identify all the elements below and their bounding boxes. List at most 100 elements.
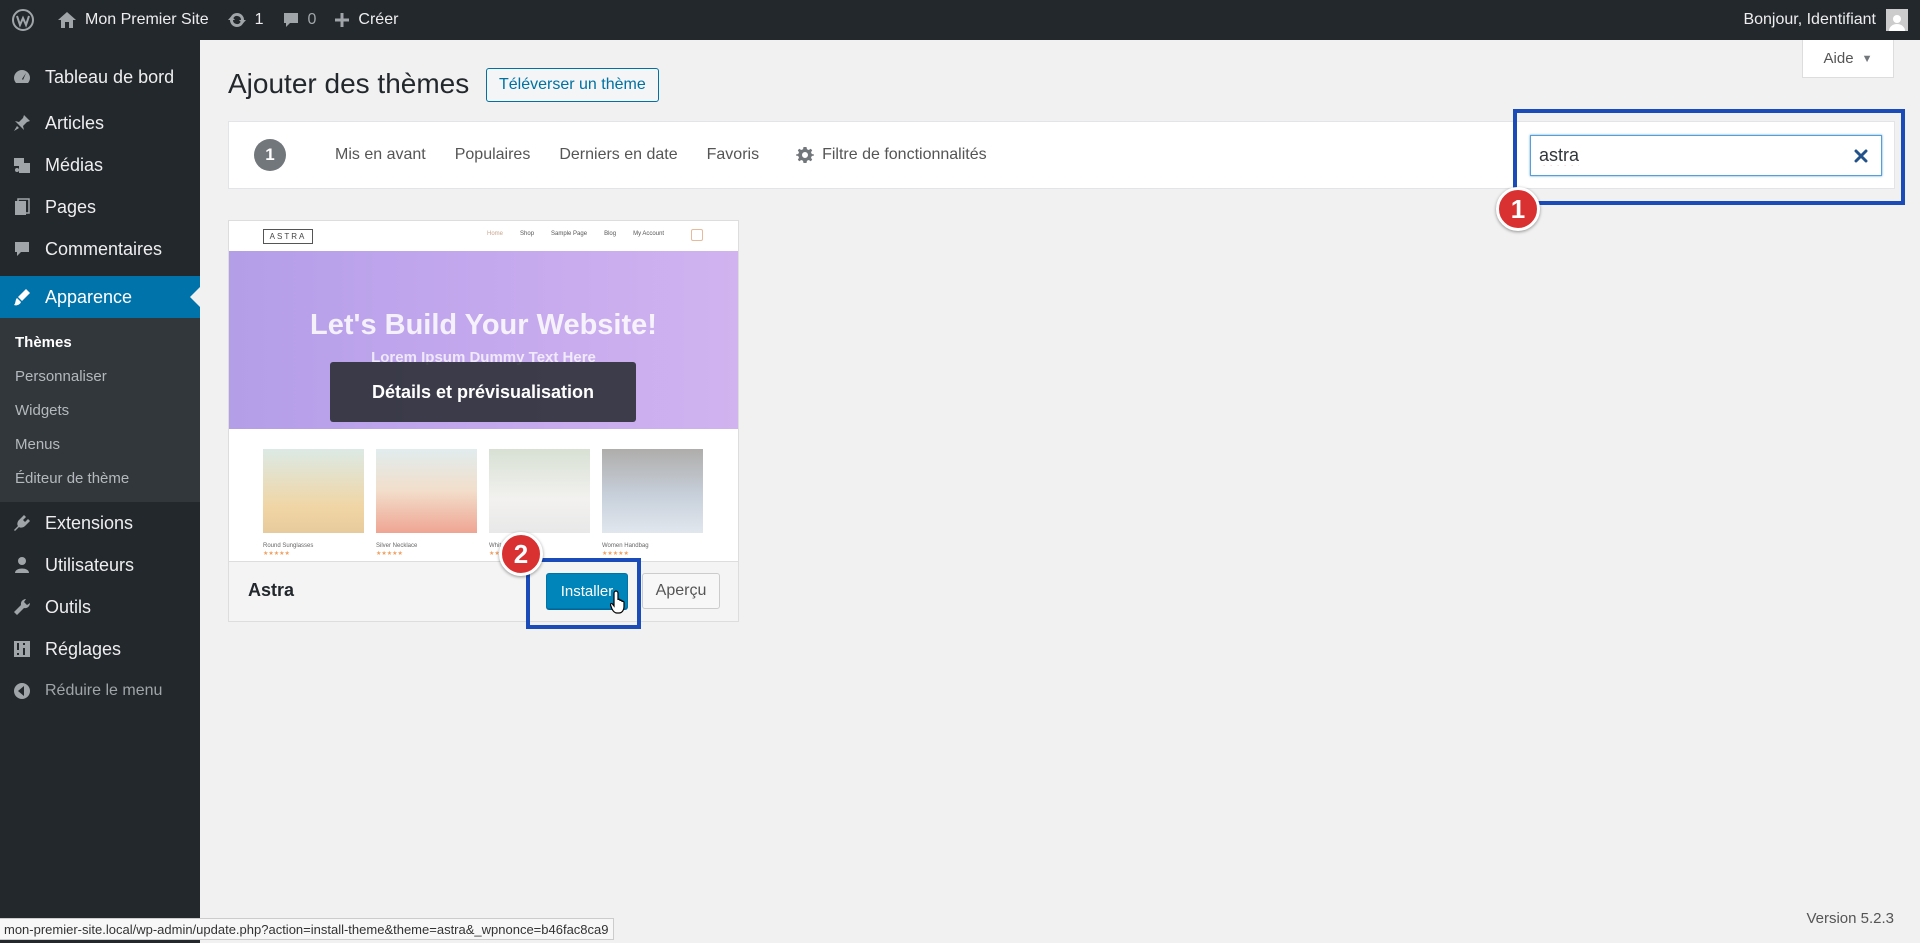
menu-label: Pages [45, 196, 97, 217]
collapse-menu-button[interactable]: Réduire le menu [0, 670, 200, 712]
greeting-text: Bonjour, Identifiant [1743, 11, 1876, 28]
feature-filter-label: Filtre de fonctionnalités [822, 146, 987, 163]
appearance-submenu: Thèmes Personnaliser Widgets Menus Édite… [0, 318, 200, 502]
menu-item-settings[interactable]: Réglages [0, 628, 200, 670]
brush-icon [10, 285, 34, 309]
rating-stars: ★★★★★ [376, 551, 403, 557]
details-preview-button[interactable]: Détails et prévisualisation [330, 362, 636, 422]
menu-item-media[interactable]: Médias [0, 144, 200, 186]
step-marker-2: 2 [499, 532, 543, 576]
help-tab-button[interactable]: Aide ▼ [1802, 40, 1894, 78]
product-name: Women Handbag [602, 543, 649, 549]
screenshot-nav-link: Home [487, 231, 504, 237]
menu-label: Commentaires [45, 238, 163, 259]
new-content-label: Créer [358, 11, 399, 28]
screenshot-nav-links: Home Shop Sample Page Blog My Account [487, 231, 681, 237]
dashboard-icon [10, 65, 34, 89]
page-title: Ajouter des thèmes [228, 68, 470, 99]
filter-popular[interactable]: Populaires [455, 146, 531, 164]
pin-icon [10, 111, 34, 135]
menu-item-dashboard[interactable]: Tableau de bord [0, 56, 200, 98]
wp-version: Version 5.2.3 [1806, 910, 1894, 927]
menu-label: Tableau de bord [45, 66, 175, 87]
menu-label: Utilisateurs [45, 554, 135, 575]
submenu-item-themes[interactable]: Thèmes [0, 326, 200, 360]
comment-icon [10, 237, 34, 261]
menu-item-articles[interactable]: Articles [0, 102, 200, 144]
submenu-item-theme-editor[interactable]: Éditeur de thème [0, 462, 200, 496]
wordpress-logo-icon[interactable] [0, 0, 48, 40]
menu-item-comments[interactable]: Commentaires [0, 228, 200, 270]
filter-latest[interactable]: Derniers en date [559, 146, 677, 164]
submenu-item-menus[interactable]: Menus [0, 428, 200, 462]
menu-label: Outils [45, 596, 92, 617]
comments-link[interactable]: 0 [273, 0, 326, 40]
product-image [376, 449, 477, 533]
menu-item-appearance[interactable]: Apparence [0, 276, 200, 318]
updates-icon [227, 13, 246, 27]
help-label: Aide [1823, 50, 1854, 67]
menu-label: Médias [45, 154, 104, 175]
menu-item-extensions[interactable]: Extensions [0, 502, 200, 544]
filter-favorites[interactable]: Favoris [707, 146, 759, 164]
preview-button[interactable]: Aperçu [642, 573, 720, 609]
product-name: Silver Necklace [376, 543, 418, 549]
user-icon [10, 553, 34, 577]
avatar [1886, 9, 1908, 31]
comments-count: 0 [307, 11, 317, 28]
wrench-icon [10, 595, 34, 619]
rating-stars: ★★★★★ [263, 551, 290, 557]
screenshot-product: Silver Necklace ★★★★★ [376, 449, 477, 557]
menu-item-users[interactable]: Utilisateurs [0, 544, 200, 586]
new-content-link[interactable]: Créer [325, 0, 407, 40]
settings-icon [10, 637, 34, 661]
upload-theme-button[interactable]: Téléverser un thème [486, 68, 659, 102]
caret-down-icon: ▼ [1861, 52, 1873, 65]
theme-count-badge: 1 [254, 139, 286, 171]
submenu-item-widgets[interactable]: Widgets [0, 394, 200, 428]
menu-item-tools[interactable]: Outils [0, 586, 200, 628]
status-bar-url: mon-premier-site.local/wp-admin/update.p… [0, 918, 614, 940]
menu-label: Apparence [45, 286, 133, 307]
updates-count: 1 [254, 11, 264, 28]
product-image [263, 449, 364, 533]
product-name: Round Sunglasses [263, 543, 314, 549]
menu-label: Articles [45, 112, 105, 133]
step-marker-1: 1 [1496, 187, 1540, 231]
theme-screenshot[interactable]: ASTRA Home Shop Sample Page Blog My Acco… [229, 221, 738, 561]
admin-bar: Mon Premier Site 1 0 Créer Bonjour, Iden… [0, 0, 1920, 40]
theme-card-astra[interactable]: ASTRA Home Shop Sample Page Blog My Acco… [228, 220, 739, 622]
screenshot-nav-link: Shop [520, 231, 535, 237]
collapse-label: Réduire le menu [45, 682, 163, 699]
theme-name: Astra [248, 580, 295, 600]
site-name-link[interactable]: Mon Premier Site [48, 0, 218, 40]
screenshot-product: Round Sunglasses ★★★★★ [263, 449, 364, 557]
my-account-menu[interactable]: Bonjour, Identifiant [1743, 9, 1920, 31]
submenu-item-customize[interactable]: Personnaliser [0, 360, 200, 394]
filter-featured[interactable]: Mis en avant [335, 146, 426, 164]
rating-stars: ★★★★★ [602, 551, 629, 557]
screenshot-product: Women Handbag ★★★★★ [602, 449, 703, 557]
screenshot-logo: ASTRA [263, 229, 313, 244]
gear-icon [796, 147, 815, 163]
comment-bubble-icon [283, 13, 298, 27]
cart-icon [691, 229, 703, 241]
plugin-icon [10, 511, 34, 535]
menu-label: Réglages [45, 638, 122, 659]
menu-label: Extensions [45, 512, 134, 533]
product-image [489, 449, 590, 533]
screenshot-nav-link: Blog [604, 231, 617, 237]
plus-icon [335, 13, 350, 27]
screenshot-products: Round Sunglasses ★★★★★ Silver Necklace ★… [263, 449, 715, 557]
product-image [602, 449, 703, 533]
admin-sidebar: Tableau de bord Articles Médias Pages Co… [0, 40, 200, 943]
feature-filter-button[interactable]: Filtre de fonctionnalités [796, 146, 987, 164]
screenshot-hero-title: Let's Build Your Website! [310, 309, 657, 341]
collapse-arrow-icon [10, 679, 34, 703]
screenshot-nav-link: My Account [633, 231, 665, 237]
menu-item-pages[interactable]: Pages [0, 186, 200, 228]
hand-cursor-icon [610, 590, 625, 614]
updates-link[interactable]: 1 [218, 0, 273, 40]
media-icon [10, 153, 34, 177]
home-icon [58, 12, 76, 28]
